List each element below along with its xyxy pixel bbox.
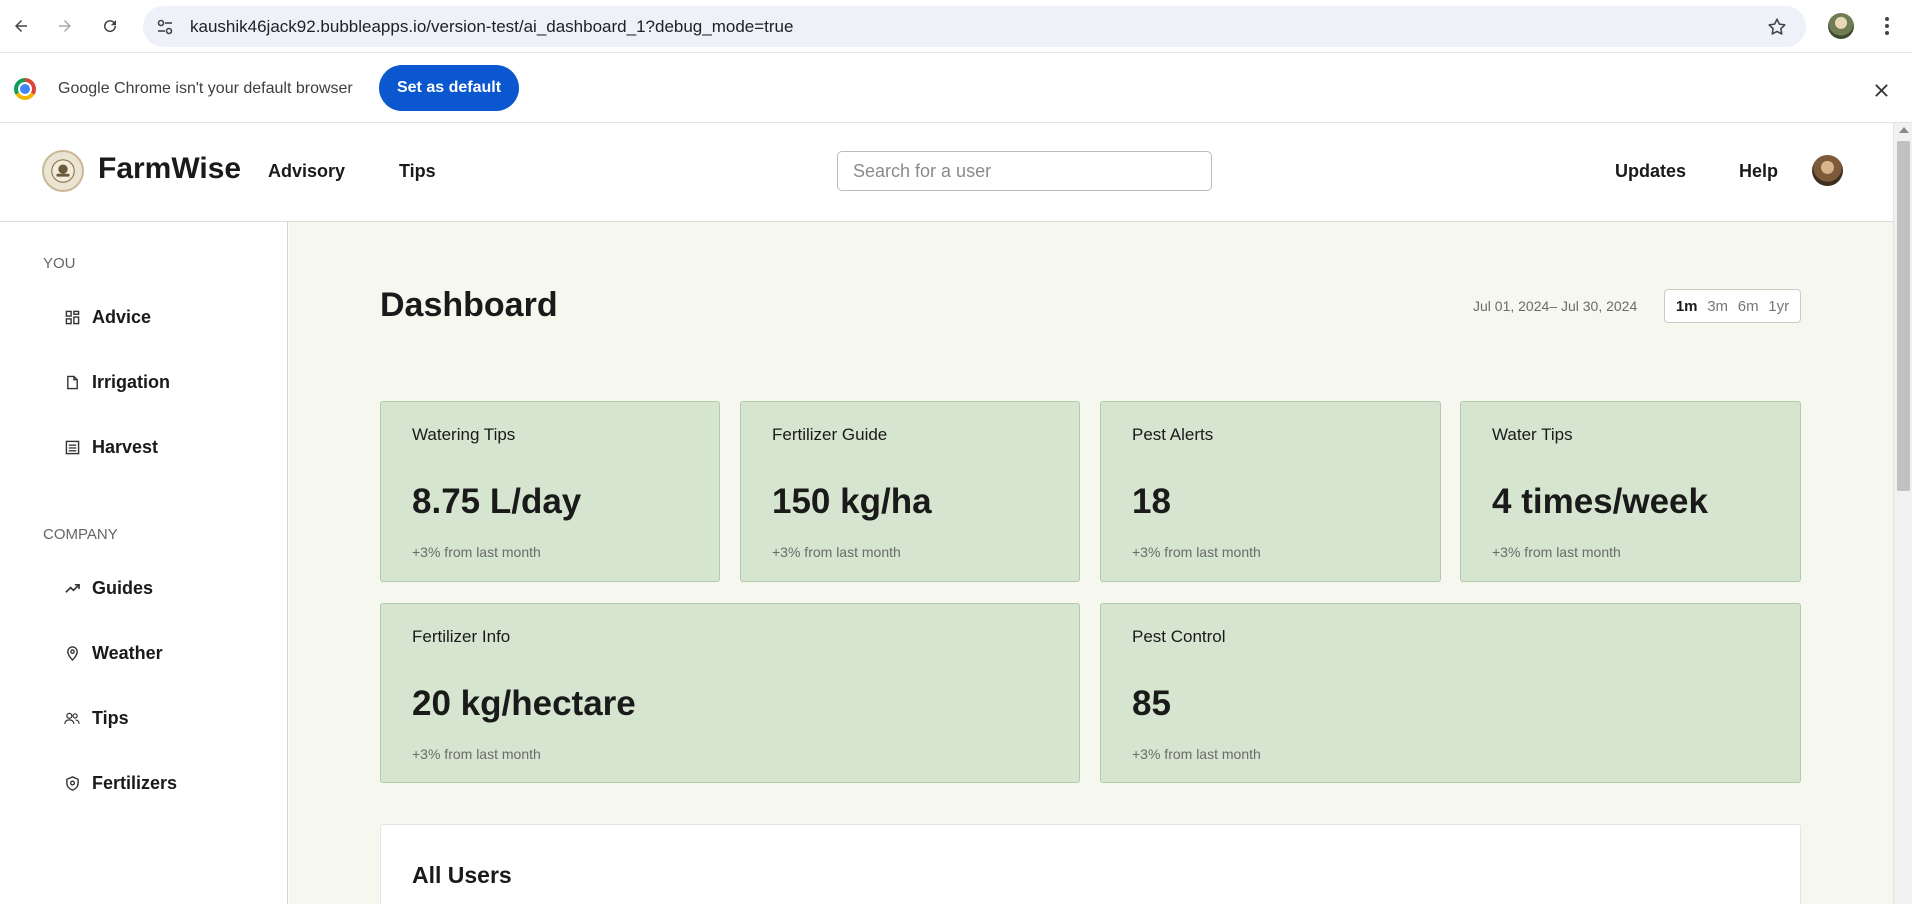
stat-card-fertilizer-guide[interactable]: Fertilizer Guide 150 kg/ha +3% from last…	[740, 401, 1080, 582]
all-users-panel: All Users	[380, 824, 1801, 904]
card-value: 18	[1132, 482, 1171, 521]
location-pin-icon	[64, 645, 80, 661]
sidebar-item-guides[interactable]: Guides	[64, 573, 274, 603]
list-icon	[64, 439, 80, 455]
range-6m[interactable]: 6m	[1738, 298, 1759, 315]
sidebar-item-irrigation[interactable]: Irrigation	[64, 367, 274, 397]
address-bar[interactable]: kaushik46jack92.bubbleapps.io/version-te…	[143, 6, 1806, 47]
sidebar-item-label: Irrigation	[92, 371, 171, 392]
nav-help[interactable]: Help	[1739, 161, 1778, 182]
search-input[interactable]	[837, 151, 1212, 191]
sidebar-item-harvest[interactable]: Harvest	[64, 432, 274, 462]
nav-updates[interactable]: Updates	[1615, 161, 1686, 182]
sidebar-item-label: Advice	[92, 306, 152, 327]
bookmark-star-icon[interactable]	[1766, 16, 1788, 38]
url-text[interactable]: kaushik46jack92.bubbleapps.io/version-te…	[190, 17, 793, 37]
users-icon	[64, 710, 80, 726]
card-change: +3% from last month	[1492, 544, 1621, 560]
stat-card-pest-control[interactable]: Pest Control 85 +3% from last month	[1100, 603, 1801, 783]
logo-emblem-icon	[51, 159, 75, 183]
browser-menu-icon[interactable]	[1874, 13, 1900, 39]
nav-tips[interactable]: Tips	[399, 161, 436, 182]
stat-card-pest-alerts[interactable]: Pest Alerts 18 +3% from last month	[1100, 401, 1441, 582]
sidebar-item-weather[interactable]: Weather	[64, 638, 274, 668]
shield-icon	[64, 775, 80, 791]
card-title: Water Tips	[1492, 425, 1573, 444]
sidebar-item-label: Guides	[92, 577, 154, 598]
chrome-logo-icon	[14, 78, 36, 100]
back-icon[interactable]	[7, 12, 35, 40]
page-scrollbar[interactable]	[1893, 123, 1912, 904]
card-value: 20 kg/hectare	[412, 684, 636, 723]
range-selector: 1m 3m 6m 1yr	[1664, 289, 1801, 323]
range-1m[interactable]: 1m	[1676, 298, 1698, 315]
stat-card-watering-tips[interactable]: Watering Tips 8.75 L/day +3% from last m…	[380, 401, 720, 582]
forward-icon[interactable]	[51, 12, 79, 40]
range-1yr[interactable]: 1yr	[1768, 298, 1789, 315]
card-value: 8.75 L/day	[412, 482, 582, 521]
card-value: 150 kg/ha	[772, 482, 932, 521]
site-settings-icon[interactable]	[155, 17, 175, 37]
scroll-up-arrow-icon[interactable]	[1899, 127, 1909, 133]
sidebar-item-fertilizers[interactable]: Fertilizers	[64, 768, 274, 798]
sidebar-item-label: Fertilizers	[92, 772, 178, 793]
card-change: +3% from last month	[412, 544, 541, 560]
close-icon[interactable]	[1868, 77, 1894, 103]
sidebar-item-tips[interactable]: Tips	[64, 703, 274, 733]
stat-card-water-tips[interactable]: Water Tips 4 times/week +3% from last mo…	[1460, 401, 1801, 582]
card-change: +3% from last month	[1132, 746, 1261, 762]
sidebar-item-label: Harvest	[92, 436, 159, 457]
set-as-default-button[interactable]: Set as default	[379, 65, 519, 111]
scroll-thumb[interactable]	[1897, 141, 1910, 491]
card-title: Fertilizer Guide	[772, 425, 888, 444]
sidebar-item-advice[interactable]: Advice	[64, 302, 274, 332]
card-title: Watering Tips	[412, 425, 516, 444]
brand-name[interactable]: FarmWise	[98, 152, 241, 186]
card-change: +3% from last month	[412, 746, 541, 762]
card-title: Fertilizer Info	[412, 627, 511, 646]
range-3m[interactable]: 3m	[1707, 298, 1728, 315]
grid-icon	[64, 309, 80, 325]
farmwise-logo[interactable]	[42, 150, 84, 192]
nav-advisory[interactable]: Advisory	[268, 161, 345, 182]
sidebar-item-label: Tips	[92, 707, 129, 728]
browser-profile-avatar[interactable]	[1828, 13, 1854, 39]
all-users-title: All Users	[412, 862, 512, 888]
stat-card-fertilizer-info[interactable]: Fertilizer Info 20 kg/hectare +3% from l…	[380, 603, 1080, 783]
document-icon	[64, 374, 80, 390]
card-title: Pest Control	[1132, 627, 1226, 646]
card-title: Pest Alerts	[1132, 425, 1214, 444]
sidebar-section-you: YOU	[43, 255, 76, 272]
user-avatar[interactable]	[1812, 155, 1843, 186]
date-range[interactable]: Jul 01, 2024– Jul 30, 2024	[1473, 298, 1637, 314]
page-title: Dashboard	[380, 286, 558, 324]
browser-toolbar: kaushik46jack92.bubbleapps.io/version-te…	[0, 0, 1912, 53]
infobar-message: Google Chrome isn't your default browser	[58, 80, 353, 97]
card-value: 4 times/week	[1492, 482, 1708, 521]
reload-icon[interactable]	[96, 12, 124, 40]
card-value: 85	[1132, 684, 1171, 723]
sidebar-item-label: Weather	[92, 642, 163, 663]
card-change: +3% from last month	[1132, 544, 1261, 560]
sidebar-section-company: COMPANY	[43, 526, 118, 543]
trend-icon	[64, 580, 80, 596]
card-change: +3% from last month	[772, 544, 901, 560]
